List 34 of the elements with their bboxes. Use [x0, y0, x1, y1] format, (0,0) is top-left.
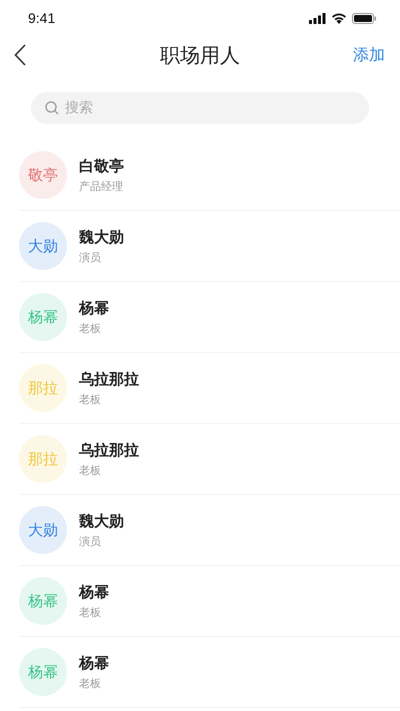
- contact-name: 杨幂: [79, 298, 109, 318]
- contact-name: 杨幂: [79, 582, 109, 602]
- status-time: 9:41: [28, 10, 56, 26]
- contact-name: 白敬亭: [79, 156, 124, 176]
- contact-role: 演员: [79, 534, 102, 548]
- contact-name: 魏大勋: [79, 512, 124, 530]
- avatar-initials: 大勋: [28, 236, 58, 256]
- contact-name: 杨幂: [79, 654, 109, 672]
- battery-icon: [352, 12, 376, 24]
- contact-role: 演员: [79, 250, 102, 264]
- avatar-initials: 杨幂: [28, 592, 58, 610]
- avatar-initials: 杨幂: [28, 662, 58, 682]
- avatar-initials: 大勋: [28, 520, 58, 540]
- contact-name: 魏大勋: [79, 228, 124, 246]
- wifi-icon: [331, 12, 347, 24]
- avatar-initials: 杨幂: [28, 308, 58, 326]
- avatar-initials: 敬亭: [28, 166, 58, 184]
- contact-role: 老板: [79, 320, 102, 336]
- contact-role: 老板: [79, 676, 102, 690]
- avatar-initials: 那拉: [28, 378, 58, 398]
- back-icon: [14, 44, 26, 66]
- contact-role: 老板: [79, 604, 102, 620]
- contact-role: 老板: [79, 392, 102, 406]
- search-icon: [45, 101, 59, 115]
- contact-role: 老板: [79, 462, 102, 478]
- back-button[interactable]: [14, 44, 26, 66]
- contact-name: 乌拉那拉: [79, 440, 139, 460]
- add-button[interactable]: 添加: [353, 44, 385, 66]
- contact-name: 乌拉那拉: [79, 370, 139, 388]
- search-field[interactable]: 搜索: [31, 92, 369, 124]
- avatar-initials: 那拉: [28, 450, 58, 468]
- page-title: 职场用人: [160, 42, 240, 68]
- contact-role: 产品经理: [79, 178, 124, 194]
- signal-icon: [309, 12, 326, 24]
